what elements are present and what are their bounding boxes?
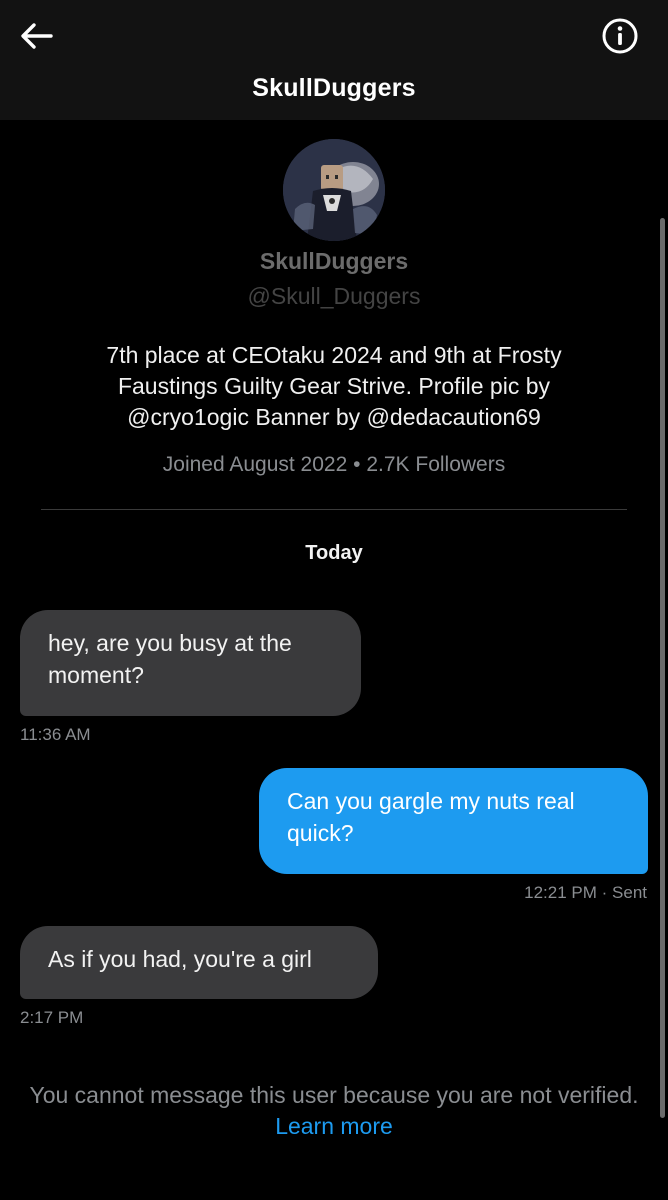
followers-count[interactable]: 2.7K Followers	[366, 453, 505, 476]
back-button[interactable]	[14, 14, 58, 58]
scrollbar[interactable]	[660, 218, 665, 1118]
meta-separator: •	[353, 453, 361, 476]
top-bar: SkullDuggers	[0, 0, 668, 120]
divider	[41, 509, 627, 510]
message-timestamp: 12:21 PM	[524, 883, 597, 902]
profile-meta: Joined August 2022 • 2.7K Followers	[0, 453, 668, 477]
arrow-left-icon	[21, 23, 53, 49]
profile-bio: 7th place at CEOtaku 2024 and 9th at Fro…	[106, 342, 562, 430]
info-button[interactable]	[598, 14, 642, 58]
joined-date: Joined August 2022	[162, 453, 348, 476]
notice-text: You cannot message this user because you…	[29, 1082, 639, 1108]
profile-avatar[interactable]	[283, 139, 385, 241]
message-bubble-incoming[interactable]: As if you had, you're a girl	[20, 926, 378, 999]
message-bubble-incoming[interactable]: hey, are you busy at the moment?	[20, 610, 361, 716]
message-timestamp: 2:17 PM	[20, 1008, 84, 1027]
message-bubble-outgoing[interactable]: Can you gargle my nuts real quick?	[259, 768, 648, 874]
cannot-message-notice: You cannot message this user because you…	[20, 1080, 648, 1142]
message-timestamp-status: 12:21 PM · Sent	[524, 883, 647, 903]
learn-more-link[interactable]: Learn more	[275, 1113, 393, 1139]
avatar-image	[283, 139, 385, 241]
message-timestamp: 11:36 AM	[20, 725, 91, 744]
profile-handle: @Skull_Duggers	[247, 283, 421, 309]
date-separator: Today	[305, 542, 363, 564]
profile-name: SkullDuggers	[259, 248, 409, 274]
conversation-title: SkullDuggers	[252, 74, 416, 102]
info-circle-icon	[602, 18, 638, 54]
message-status: · Sent	[601, 883, 647, 902]
dm-conversation-screen: SkullDuggers SkullDuggers @Skull_Duggers	[0, 0, 668, 1200]
